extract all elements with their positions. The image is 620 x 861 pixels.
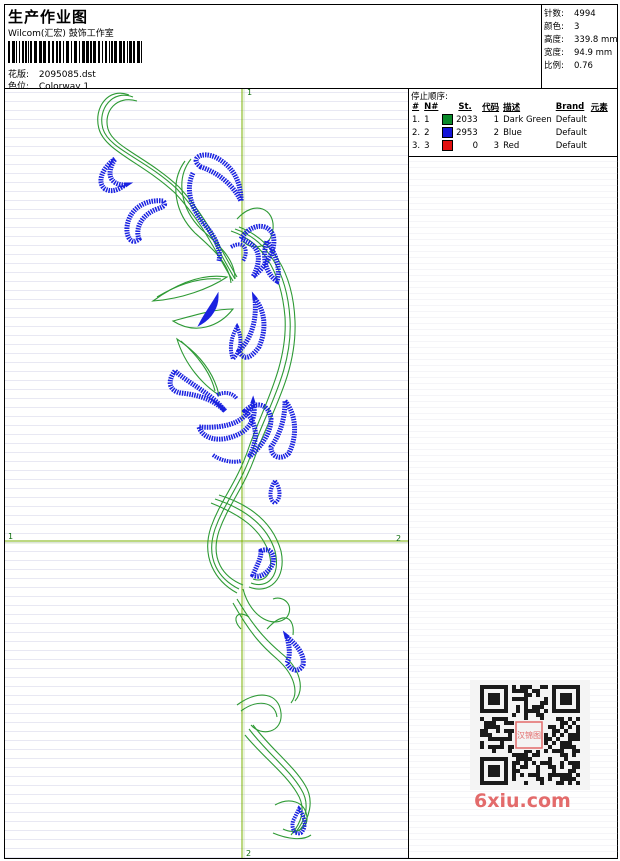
col-element: 元素 — [590, 102, 608, 113]
stat-scale: 比例: 0.76 — [544, 61, 593, 71]
watermark-site: 6xiu.com — [474, 790, 571, 812]
stat-height: 高度: 339.8 mm — [544, 35, 618, 45]
color-swatch — [442, 127, 454, 138]
color-swatch — [442, 140, 454, 151]
embroidery-design: 1 1 2 2 — [5, 89, 408, 858]
stop-sequence-panel: 停止顺序: # N# St. 代码 描述 Brand 元素 1. 1 2033 … — [409, 89, 618, 157]
col-n: N# — [424, 101, 439, 112]
axis-label-right: 2 — [396, 534, 401, 543]
table-row: 1. 1 2033 1 Dark Green Default — [412, 114, 587, 125]
stat-colors: 颜色: 3 — [544, 22, 580, 32]
col-stitches: St. — [458, 101, 472, 112]
blue-motif-stitches — [98, 152, 307, 836]
col-brand: Brand — [555, 101, 585, 112]
col-description: 描述 — [503, 102, 521, 113]
table-header-row: # N# St. 代码 描述 Brand 元素 — [410, 100, 610, 113]
design-canvas: 1 1 2 2 — [5, 89, 408, 858]
stat-width: 宽度: 94.9 mm — [544, 48, 613, 58]
col-code: 代码 — [482, 102, 500, 113]
table-row: 3. 3 0 3 Red Default — [412, 140, 587, 151]
seal-text: 汉锦图 — [517, 730, 541, 740]
color-swatch — [442, 114, 454, 125]
stop-sequence-table: # N# St. 代码 描述 Brand 元素 1. 1 2033 1 Dark… — [410, 100, 610, 152]
table-row: 2. 2 2953 2 Blue Default — [412, 127, 587, 138]
stats-panel: 针数: 4994 颜色: 3 高度: 339.8 mm 宽度: 94.9 mm 比例: 0… — [541, 5, 619, 88]
axis-label-left: 1 — [8, 532, 13, 541]
col-index: # — [412, 101, 420, 112]
header-info: 生产作业图 Wilcom(汇宏) 鼓饰工作室 花版: 2095085.dst 色… — [5, 5, 541, 92]
company-name: Wilcom(汇宏) 鼓饰工作室 — [8, 29, 114, 39]
axis-label-top: 1 — [247, 89, 252, 97]
stat-stitches: 针数: 4994 — [544, 9, 596, 19]
barcode — [8, 41, 142, 63]
green-vine-stitches — [97, 92, 312, 840]
page-title: 生产作业图 — [8, 8, 89, 26]
axis-label-bottom: 2 — [246, 849, 251, 858]
